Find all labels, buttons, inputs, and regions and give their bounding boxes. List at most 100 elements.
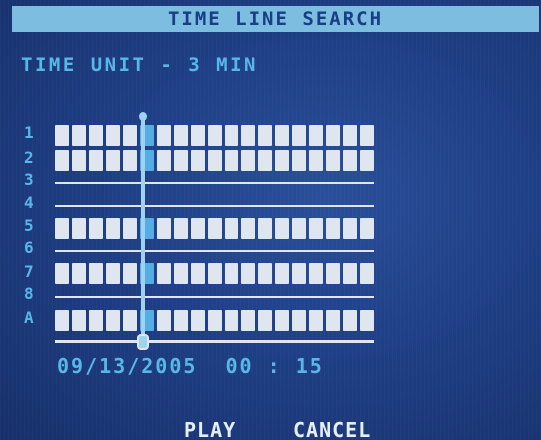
recording-block[interactable] (122, 218, 137, 239)
recording-block[interactable] (71, 310, 86, 331)
recording-block[interactable] (241, 310, 256, 331)
timeline-scrub-bar[interactable] (55, 340, 374, 343)
recording-block[interactable] (309, 218, 324, 239)
recording-block[interactable] (326, 218, 341, 239)
recording-block[interactable] (105, 310, 120, 331)
recording-block[interactable] (88, 218, 103, 239)
recording-block[interactable] (258, 218, 273, 239)
recording-block[interactable] (241, 218, 256, 239)
recording-block[interactable] (105, 263, 120, 284)
recording-block[interactable] (360, 125, 375, 146)
recording-block[interactable] (122, 125, 137, 146)
recording-block[interactable] (173, 263, 188, 284)
recording-block[interactable] (258, 263, 273, 284)
recording-block[interactable] (55, 263, 69, 284)
recording-block[interactable] (190, 310, 205, 331)
recording-block[interactable] (88, 150, 103, 171)
recording-block[interactable] (275, 150, 290, 171)
time-cursor[interactable] (141, 120, 145, 342)
recording-block[interactable] (88, 310, 103, 331)
recording-block[interactable] (292, 310, 307, 331)
recording-block[interactable] (156, 310, 171, 331)
recording-block[interactable] (156, 150, 171, 171)
recording-block[interactable] (88, 125, 103, 146)
recording-block[interactable] (326, 310, 341, 331)
play-button[interactable]: PLAY (184, 418, 236, 440)
recording-block[interactable] (258, 150, 273, 171)
recording-block[interactable] (343, 310, 358, 331)
channel-track-5[interactable] (55, 218, 375, 239)
recording-block[interactable] (173, 125, 188, 146)
recording-block[interactable] (71, 150, 86, 171)
recording-block[interactable] (71, 218, 86, 239)
recording-block[interactable] (207, 263, 222, 284)
recording-block[interactable] (360, 150, 375, 171)
recording-block[interactable] (122, 150, 137, 171)
recording-block[interactable] (55, 125, 69, 146)
search-datetime[interactable]: 09/13/2005 00 : 15 (57, 354, 324, 378)
recording-block[interactable] (360, 310, 375, 331)
recording-block[interactable] (173, 310, 188, 331)
recording-block[interactable] (309, 263, 324, 284)
recording-block[interactable] (343, 263, 358, 284)
recording-block[interactable] (241, 150, 256, 171)
recording-block[interactable] (207, 310, 222, 331)
recording-block[interactable] (275, 125, 290, 146)
recording-block[interactable] (71, 263, 86, 284)
channel-track-2[interactable] (55, 150, 375, 171)
recording-block[interactable] (156, 263, 171, 284)
recording-block[interactable] (326, 125, 341, 146)
recording-block[interactable] (292, 125, 307, 146)
recording-block[interactable] (190, 150, 205, 171)
recording-block[interactable] (122, 310, 137, 331)
recording-block[interactable] (241, 125, 256, 146)
recording-block[interactable] (224, 218, 239, 239)
recording-block[interactable] (309, 310, 324, 331)
recording-block[interactable] (173, 218, 188, 239)
recording-block[interactable] (207, 218, 222, 239)
recording-block[interactable] (258, 125, 273, 146)
channel-track-1[interactable] (55, 125, 375, 146)
recording-block[interactable] (122, 263, 137, 284)
recording-block[interactable] (241, 263, 256, 284)
recording-block[interactable] (55, 150, 69, 171)
recording-block[interactable] (190, 125, 205, 146)
recording-block[interactable] (343, 125, 358, 146)
recording-block[interactable] (343, 150, 358, 171)
recording-block[interactable] (292, 150, 307, 171)
recording-block[interactable] (190, 263, 205, 284)
recording-block[interactable] (309, 125, 324, 146)
recording-block[interactable] (55, 310, 69, 331)
recording-block[interactable] (224, 263, 239, 284)
recording-block[interactable] (207, 125, 222, 146)
recording-block[interactable] (156, 125, 171, 146)
recording-block[interactable] (360, 263, 375, 284)
recording-block[interactable] (88, 263, 103, 284)
recording-block[interactable] (207, 150, 222, 171)
timeline-scrub-knob[interactable] (137, 334, 149, 350)
recording-block[interactable] (258, 310, 273, 331)
recording-block[interactable] (224, 150, 239, 171)
channel-track-a[interactable] (55, 310, 375, 331)
recording-block[interactable] (275, 218, 290, 239)
recording-block[interactable] (292, 263, 307, 284)
recording-block[interactable] (360, 218, 375, 239)
recording-block[interactable] (326, 263, 341, 284)
recording-block[interactable] (309, 150, 324, 171)
recording-block[interactable] (173, 150, 188, 171)
recording-block[interactable] (71, 125, 86, 146)
recording-block[interactable] (105, 150, 120, 171)
recording-block[interactable] (105, 218, 120, 239)
recording-block[interactable] (156, 218, 171, 239)
cancel-button[interactable]: CANCEL (293, 418, 371, 440)
recording-block[interactable] (190, 218, 205, 239)
channel-track-7[interactable] (55, 263, 375, 284)
recording-block[interactable] (292, 218, 307, 239)
recording-block[interactable] (326, 150, 341, 171)
recording-block[interactable] (105, 125, 120, 146)
recording-block[interactable] (224, 125, 239, 146)
recording-block[interactable] (55, 218, 69, 239)
recording-block[interactable] (275, 310, 290, 331)
recording-block[interactable] (275, 263, 290, 284)
recording-block[interactable] (343, 218, 358, 239)
